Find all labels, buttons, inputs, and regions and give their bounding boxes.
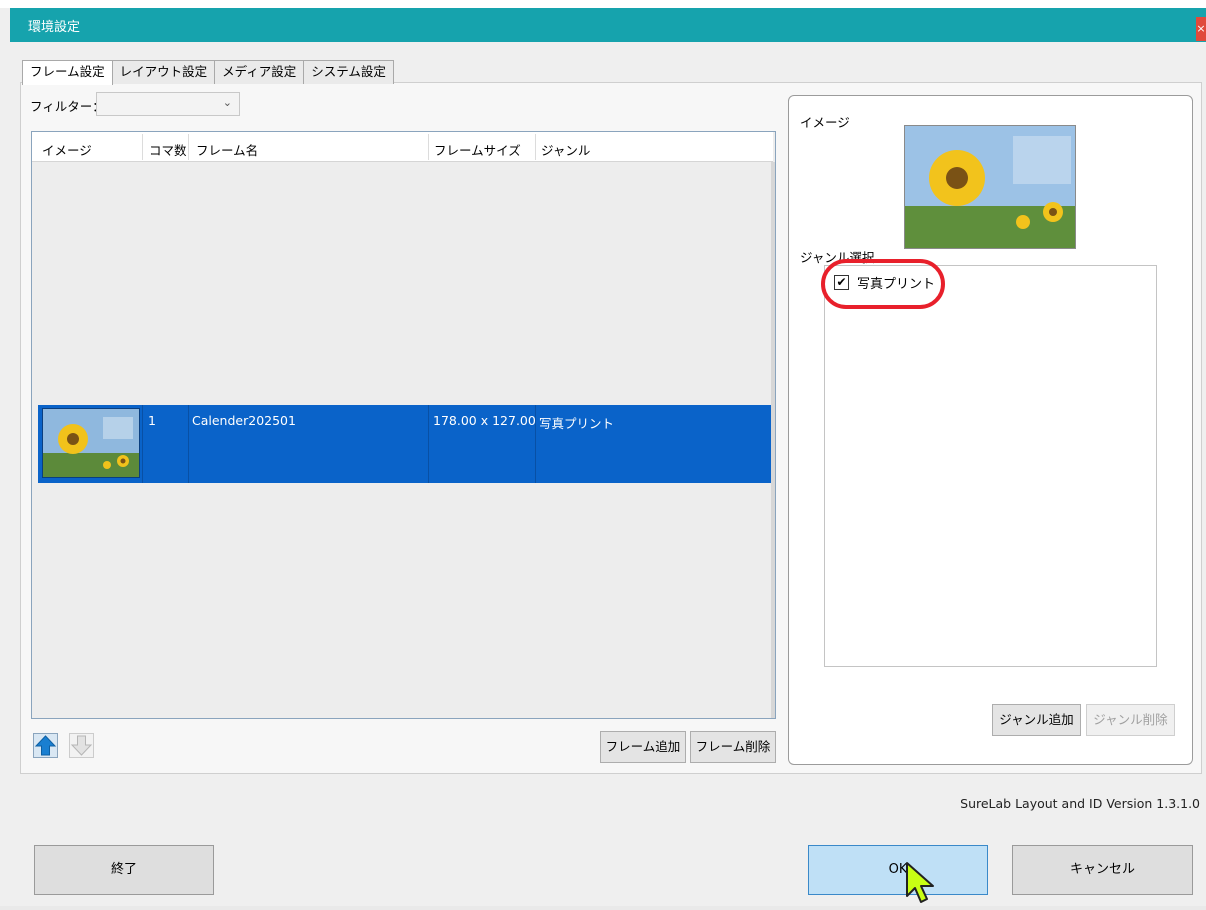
frame-list-header: イメージ コマ数 フレーム名 フレームサイズ ジャンル [32, 132, 773, 162]
frame-preview-image [904, 125, 1076, 249]
row-separator [188, 405, 189, 483]
filter-label: フィルター： [30, 99, 105, 114]
list-scrollbar[interactable] [771, 162, 775, 718]
arrow-up-icon [33, 733, 58, 758]
row-separator [142, 405, 143, 483]
arrow-down-icon [69, 733, 94, 758]
column-separator [428, 134, 429, 160]
row-frame-name: Calender202501 [192, 413, 296, 428]
column-header-frame-size[interactable]: フレームサイズ [434, 140, 521, 159]
tab-frame-settings[interactable]: フレーム設定 [22, 60, 113, 85]
column-separator [188, 134, 189, 160]
move-up-button[interactable] [33, 733, 58, 758]
filter-dropdown[interactable]: ⌄ [96, 92, 240, 116]
title-bar: 環境設定 × [10, 8, 1206, 42]
image-label: イメージ [800, 115, 850, 130]
genre-list[interactable] [824, 265, 1157, 667]
top-strip [0, 0, 1206, 8]
cancel-button[interactable]: キャンセル [1012, 845, 1193, 895]
add-frame-button[interactable]: フレーム追加 [600, 731, 686, 763]
tab-system-settings[interactable]: システム設定 [303, 60, 394, 84]
tab-media-settings[interactable]: メディア設定 [214, 60, 305, 84]
delete-genre-button[interactable]: ジャンル削除 [1086, 704, 1175, 736]
exit-button[interactable]: 終了 [34, 845, 214, 895]
table-row[interactable]: 1 Calender202501 178.00 x 127.00 写真プリント [38, 405, 773, 483]
row-separator [428, 405, 429, 483]
window-title: 環境設定 [28, 20, 81, 35]
delete-frame-button[interactable]: フレーム削除 [690, 731, 776, 763]
column-separator [142, 134, 143, 160]
column-header-image[interactable]: イメージ [42, 140, 92, 159]
tab-layout-settings[interactable]: レイアウト設定 [111, 60, 216, 84]
highlight-annotation [821, 259, 945, 309]
pointer-arrow-icon [906, 862, 934, 903]
settings-tabs: フレーム設定 レイアウト設定 メディア設定 システム設定 [22, 60, 394, 85]
column-separator [535, 134, 536, 160]
settings-window: 環境設定 × フレーム設定 レイアウト設定 メディア設定 システム設定 フィルタ… [0, 0, 1206, 906]
row-separator [535, 405, 536, 483]
ok-button[interactable]: OK [808, 845, 988, 895]
frame-list[interactable]: イメージ コマ数 フレーム名 フレームサイズ ジャンル 1 Calender20… [31, 131, 776, 719]
mouse-cursor-icon [904, 860, 938, 906]
row-frame-size: 178.00 x 127.00 [433, 413, 536, 428]
version-label: SureLab Layout and ID Version 1.3.1.0 [960, 796, 1200, 811]
close-button[interactable]: × [1196, 17, 1206, 41]
sunflower-preview [905, 126, 1075, 248]
column-header-frame-name[interactable]: フレーム名 [196, 140, 258, 159]
column-header-genre[interactable]: ジャンル [541, 140, 590, 159]
row-genre: 写真プリント [539, 416, 615, 431]
move-down-button[interactable] [69, 733, 94, 758]
add-genre-button[interactable]: ジャンル追加 [992, 704, 1081, 736]
column-header-frames[interactable]: コマ数 [149, 140, 187, 159]
chevron-down-icon: ⌄ [222, 96, 232, 109]
row-frame-count: 1 [148, 413, 156, 428]
sunflower-thumbnail [43, 409, 139, 477]
frame-thumbnail [42, 408, 140, 478]
